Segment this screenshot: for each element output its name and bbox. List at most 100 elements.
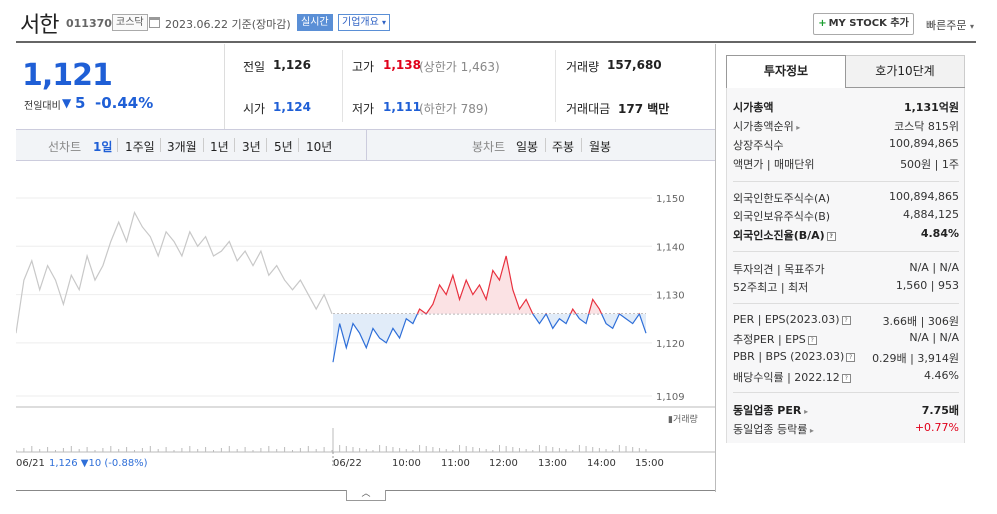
chevron-down-icon: ▾ (382, 18, 387, 27)
divider (160, 138, 161, 152)
info-row-label: 추정PER | EPS? (733, 331, 817, 347)
prev-close-label: 전일 (243, 60, 266, 74)
x-tick-label: 14:00 (587, 458, 616, 469)
divider (715, 44, 716, 492)
add-my-stock-button[interactable]: + MY STOCK 추가 (813, 13, 914, 35)
period-1d[interactable]: 1일 (93, 138, 112, 155)
divider (298, 138, 299, 152)
y-tick-label: 1,120 (656, 339, 685, 350)
divider (342, 50, 343, 122)
info-row-label: 동일업종 PER ▸ (733, 404, 809, 417)
quick-order-dropdown[interactable]: 빠른주문 ▾ (926, 17, 974, 33)
candle-chart-label: 봉차트 (472, 140, 506, 154)
candle-weekly[interactable]: 주봉 (552, 138, 574, 155)
info-row-label: 동일업종 등락률 ▸ (733, 423, 814, 436)
stock-code: 011370 (66, 17, 112, 30)
info-row-label: 배당수익률 | 2022.12? (733, 369, 851, 385)
info-row: 외국인한도주식수(A) 100,894,865 (733, 190, 959, 208)
chevron-right-icon[interactable]: ▸ (794, 123, 800, 132)
volume-label: 거래량 (566, 60, 600, 74)
info-row-value: 4,884,125 (903, 208, 959, 221)
volume-legend: ▮거래량 (668, 413, 698, 425)
divider (117, 138, 118, 152)
price-chart[interactable]: 1,150 1,140 1,130 1,120 1,109 ▮거래량 06/22 10:00 1… (16, 170, 715, 470)
divider (733, 303, 959, 304)
candle-daily[interactable]: 일봉 (516, 138, 538, 155)
info-row-value: 4.84% (920, 227, 959, 240)
prev-day-label: 06/21 (16, 458, 45, 469)
tab-investment-info[interactable]: 투자정보 (726, 55, 846, 88)
info-row-label: 시가총액 (733, 101, 774, 114)
help-icon[interactable]: ? (841, 315, 851, 325)
info-row-value: N/A | N/A (909, 261, 959, 274)
info-row-value: N/A | N/A (909, 331, 959, 344)
divider (545, 138, 546, 152)
info-row-label: 투자의견 | 목표주가 (733, 263, 825, 276)
info-row-label: PER | EPS(2023.03)? (733, 313, 851, 326)
y-tick-label: 1,109 (656, 392, 685, 403)
info-row: PER | EPS(2023.03)? 3.66배 | 306원 (733, 313, 959, 331)
info-row-value: 1,131억원 (903, 101, 959, 114)
trade-value-label: 거래대금 (566, 102, 611, 116)
info-row: 액면가 | 매매단위 500원 | 1주 (733, 156, 959, 174)
help-icon[interactable]: ? (846, 352, 856, 362)
info-row: 투자의견 | 목표주가 N/A | N/A (733, 261, 959, 279)
x-tick-label: 06/22 (333, 458, 362, 469)
divider (733, 181, 959, 182)
divider (733, 251, 959, 252)
info-row-value: +0.77% (914, 421, 959, 434)
info-row-label: 상장주식수 (733, 139, 784, 152)
low-value: 1,111 (383, 100, 421, 114)
x-tick-label: 15:00 (635, 458, 664, 469)
prev-close-value: 1,126 (273, 58, 311, 72)
company-overview-dropdown[interactable]: 기업개요 ▾ (338, 14, 391, 31)
y-tick-label: 1,140 (656, 242, 685, 253)
period-1y[interactable]: 1년 (210, 138, 229, 155)
trade-value: 177 백만 (618, 102, 670, 116)
info-row: 외국인소진율(B/A)? 4.84% (733, 227, 959, 245)
period-3m[interactable]: 3개월 (167, 138, 197, 155)
high-value: 1,138 (383, 58, 421, 72)
info-row: 추정PER | EPS? N/A | N/A (733, 331, 959, 349)
info-row-value: 4.46% (924, 369, 959, 382)
help-icon[interactable]: ? (841, 373, 851, 383)
lower-limit: (하한가 789) (419, 102, 489, 116)
high-label: 고가 (352, 60, 375, 74)
divider (266, 138, 267, 152)
collapse-chart-button[interactable]: ︿ (346, 490, 386, 501)
period-10y[interactable]: 10년 (306, 138, 332, 155)
x-tick-label: 13:00 (538, 458, 567, 469)
info-row-value: 500원 | 1주 (900, 158, 959, 171)
line-chart-label: 선차트 (48, 140, 82, 154)
prev-day-summary: 1,126 ▼10 (-0.88%) (49, 458, 148, 469)
calendar-icon (149, 17, 160, 28)
info-row-value: 3.66배 | 306원 (882, 315, 959, 328)
period-5y[interactable]: 5년 (274, 138, 293, 155)
info-row-value: 코스닥 815위 (894, 120, 959, 133)
prev-day-line (16, 210, 333, 334)
chevron-right-icon[interactable]: ▸ (807, 426, 814, 435)
candle-monthly[interactable]: 월봉 (589, 138, 611, 155)
divider (234, 138, 235, 152)
period-1w[interactable]: 1주일 (125, 138, 155, 155)
help-icon[interactable]: ? (826, 231, 836, 241)
chevron-right-icon[interactable]: ▸ (801, 407, 808, 416)
open-label: 시가 (243, 102, 266, 116)
price-change: 5 (75, 94, 86, 112)
realtime-button[interactable]: 실시간 (297, 14, 333, 31)
info-row-label: 시가총액순위 ▸ (733, 120, 801, 133)
divider (366, 129, 367, 161)
info-tabs: 투자정보 호가10단계 (726, 55, 965, 88)
plus-icon: + (818, 18, 827, 29)
info-row: 52주최고 | 최저 1,560 | 953 (733, 279, 959, 297)
info-row-label: 52주최고 | 최저 (733, 281, 809, 294)
upper-limit: (상한가 1,463) (419, 60, 500, 74)
tab-orderbook-10[interactable]: 호가10단계 (846, 55, 965, 88)
info-row: 시가총액 1,131억원 (733, 99, 959, 117)
info-row-label: PBR | BPS (2023.03)? (733, 350, 856, 363)
period-3y[interactable]: 3년 (242, 138, 261, 155)
header-divider (16, 41, 976, 43)
help-icon[interactable]: ? (807, 335, 817, 345)
info-row-value: 7.75배 (921, 404, 959, 417)
volume-value: 157,680 (607, 58, 662, 72)
